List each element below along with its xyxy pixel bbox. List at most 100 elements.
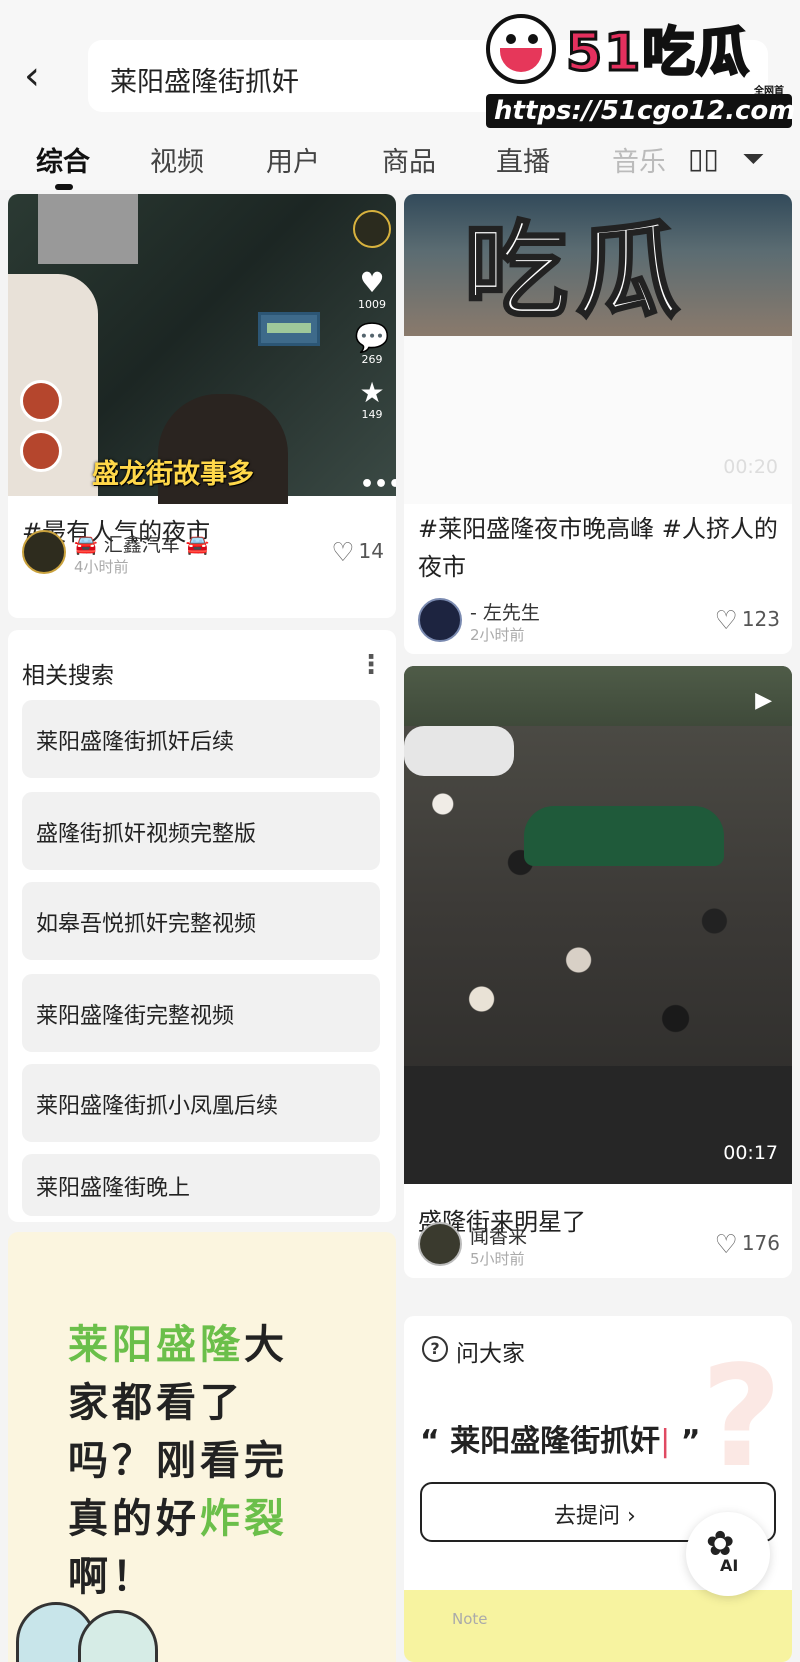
poster-line: 吗？刚看完: [68, 1438, 288, 1484]
related-item-label: 莱阳盛隆街抓奸后续: [36, 730, 235, 755]
quote-mark: “: [420, 1424, 440, 1459]
like-button[interactable]: ♡ 14: [331, 538, 384, 568]
heart-outline-icon: ♡: [714, 1230, 738, 1260]
related-item-label: 莱阳盛隆街抓小凤凰后续: [36, 1094, 279, 1119]
related-item-label: 如皋吾悦抓奸完整视频: [36, 912, 257, 937]
like-button[interactable]: ♡ 176: [715, 1230, 781, 1260]
poster-card[interactable]: 莱阳盛隆大 家都看了 吗？刚看完 真的好炸裂 啊！: [8, 1232, 396, 1662]
video-thumbnail: ▶ 00:17: [404, 666, 792, 1184]
related-item[interactable]: 莱阳盛隆街抓小凤凰后续: [22, 1064, 380, 1142]
author-info: 闻香来 5小时前 ♡ 176: [418, 1222, 780, 1270]
tab-users[interactable]: 用户: [266, 140, 320, 179]
watermark-url: https://51cgo12.com: [486, 94, 795, 128]
more-icon[interactable]: •••: [360, 472, 396, 497]
ai-assistant-button[interactable]: ✿ AI: [686, 1512, 770, 1596]
comment-count: 269: [361, 353, 383, 366]
cartoon-illustration: [78, 1610, 158, 1662]
thumbnail-overlay-text: 吃瓜: [462, 209, 689, 334]
back-arrow-icon[interactable]: ‹: [24, 52, 60, 100]
tab-live[interactable]: 直播: [496, 140, 550, 179]
play-icon: ▶: [755, 688, 772, 713]
filter-icon[interactable]: ⏷: [742, 142, 764, 176]
search-input[interactable]: 莱阳盛隆街抓奸: [110, 60, 299, 99]
ask-button-label: 去提问 ›: [554, 1504, 636, 1529]
poster-highlight: 炸裂: [200, 1496, 288, 1542]
video-card[interactable]: 吃瓜 00:20 #莱阳盛隆夜市晚高峰 #人挤人的夜市 - 左先生 2小时前 ♡…: [404, 194, 792, 654]
related-item-label: 莱阳盛隆街晚上: [36, 1176, 191, 1201]
comment-icon[interactable]: 💬: [348, 323, 396, 353]
video-caption: 盛龙街故事多: [92, 459, 254, 490]
poster-text: 莱阳盛隆大 家都看了 吗？刚看完 真的好炸裂 啊！: [68, 1316, 328, 1606]
post-title[interactable]: #莱阳盛隆夜市晚高峰 #人挤人的夜市: [418, 510, 778, 586]
related-item[interactable]: 盛隆街抓奸视频完整版: [22, 792, 380, 870]
author-name[interactable]: 🚘 汇鑫汽车 🚘: [74, 530, 209, 557]
related-item[interactable]: 莱阳盛隆街完整视频: [22, 974, 380, 1052]
side-action-bar: ♥ 1009 💬 269 ★ 149: [348, 210, 396, 433]
tab-products[interactable]: 商品: [382, 140, 436, 179]
watermark-logo-icon: [486, 14, 556, 84]
related-searches: 相关搜索 ⋮ 莱阳盛隆街抓奸后续 盛隆街抓奸视频完整版 如皋吾悦抓奸完整视频 莱…: [8, 630, 396, 1222]
tab-bar: 综合 视频 用户 商品 直播 音乐 ▯▯ ⏷: [0, 136, 800, 190]
like-count: 1009: [358, 298, 386, 311]
avatar[interactable]: [22, 530, 66, 574]
ask-label: 问大家: [456, 1341, 525, 1367]
poster-highlight: 莱阳盛隆: [68, 1322, 244, 1368]
poster-line: 真的好: [68, 1496, 200, 1542]
author-info: - 左先生 2小时前 ♡ 123: [418, 598, 780, 646]
tab-general[interactable]: 综合: [36, 140, 90, 179]
like-button[interactable]: ♡ 123: [715, 606, 781, 636]
heart-outline-icon: ♡: [714, 606, 738, 636]
ask-quote: “ 莱阳盛隆街抓奸| ”: [420, 1416, 700, 1460]
text-cursor: |: [660, 1424, 671, 1459]
like-count: 123: [741, 607, 780, 631]
video-thumbnail: 盛龙街故事多 ♥ 1009 💬 269 ★ 149 •••: [8, 194, 396, 504]
like-count: 176: [741, 1231, 780, 1255]
watermark-brand: 51吃瓜: [564, 22, 751, 85]
related-item[interactable]: 莱阳盛隆街晚上: [22, 1154, 380, 1216]
quote-text: 莱阳盛隆街抓奸: [450, 1424, 661, 1459]
author-name[interactable]: 闻香来: [470, 1222, 527, 1249]
more-vertical-icon[interactable]: ⋮: [358, 650, 384, 680]
heart-icon[interactable]: ♥: [348, 268, 396, 298]
question-icon: ?: [422, 1336, 448, 1362]
creator-avatar[interactable]: [353, 210, 391, 248]
note-card-preview[interactable]: Note: [404, 1590, 792, 1662]
avatar: [20, 430, 62, 472]
poster-line: 啊！: [68, 1554, 156, 1600]
ask-everyone-card: ? ? 问大家 “ 莱阳盛隆街抓奸| ” 去提问 › Note: [404, 1316, 792, 1662]
related-item[interactable]: 莱阳盛隆街抓奸后续: [22, 700, 380, 778]
video-card[interactable]: ▶ 00:17 盛隆街来明星了 闻香来 5小时前 ♡ 176: [404, 666, 792, 1278]
tab-video[interactable]: 视频: [150, 140, 204, 179]
avatar[interactable]: [418, 1222, 462, 1266]
layout-toggle-icon[interactable]: ▯▯: [688, 142, 719, 175]
post-time: 2小时前: [470, 626, 525, 644]
header: ‹ 莱阳盛隆街抓奸 51吃瓜 全网首发 https://51cgo12.com …: [0, 0, 800, 190]
related-item[interactable]: 如皋吾悦抓奸完整视频: [22, 882, 380, 960]
related-item-label: 莱阳盛隆街完整视频: [36, 1004, 235, 1029]
ai-label: AI: [720, 1556, 739, 1575]
note-label: Note: [452, 1610, 488, 1628]
avatar[interactable]: [418, 598, 462, 642]
thumbnail-blank: [404, 336, 792, 504]
quote-mark: ”: [680, 1424, 701, 1459]
poster-line: 大: [244, 1322, 288, 1368]
tab-active-indicator: [55, 184, 73, 190]
favorite-count: 149: [361, 408, 383, 421]
avatar: [20, 380, 62, 422]
author-info: 🚘 汇鑫汽车 🚘 4小时前 ♡ 14: [22, 530, 384, 578]
related-item-label: 盛隆街抓奸视频完整版: [36, 822, 257, 847]
heart-outline-icon: ♡: [331, 538, 355, 568]
poster-line: 家都看了: [68, 1380, 244, 1426]
watermark: 51吃瓜 全网首发 https://51cgo12.com: [486, 10, 795, 128]
video-thumbnail: 吃瓜: [404, 194, 792, 336]
tab-music[interactable]: 音乐: [612, 140, 666, 179]
star-icon[interactable]: ★: [348, 378, 396, 408]
video-card[interactable]: 盛龙街故事多 ♥ 1009 💬 269 ★ 149 ••• #最有人气的夜市 🚘…: [8, 194, 396, 618]
related-title: 相关搜索: [22, 663, 114, 689]
author-name[interactable]: - 左先生: [470, 598, 540, 625]
question-mark-decoration-icon: ?: [700, 1336, 782, 1499]
like-count: 14: [358, 539, 384, 563]
video-duration: 00:20: [723, 456, 778, 478]
post-time: 4小时前: [74, 558, 129, 576]
post-time: 5小时前: [470, 1250, 525, 1268]
